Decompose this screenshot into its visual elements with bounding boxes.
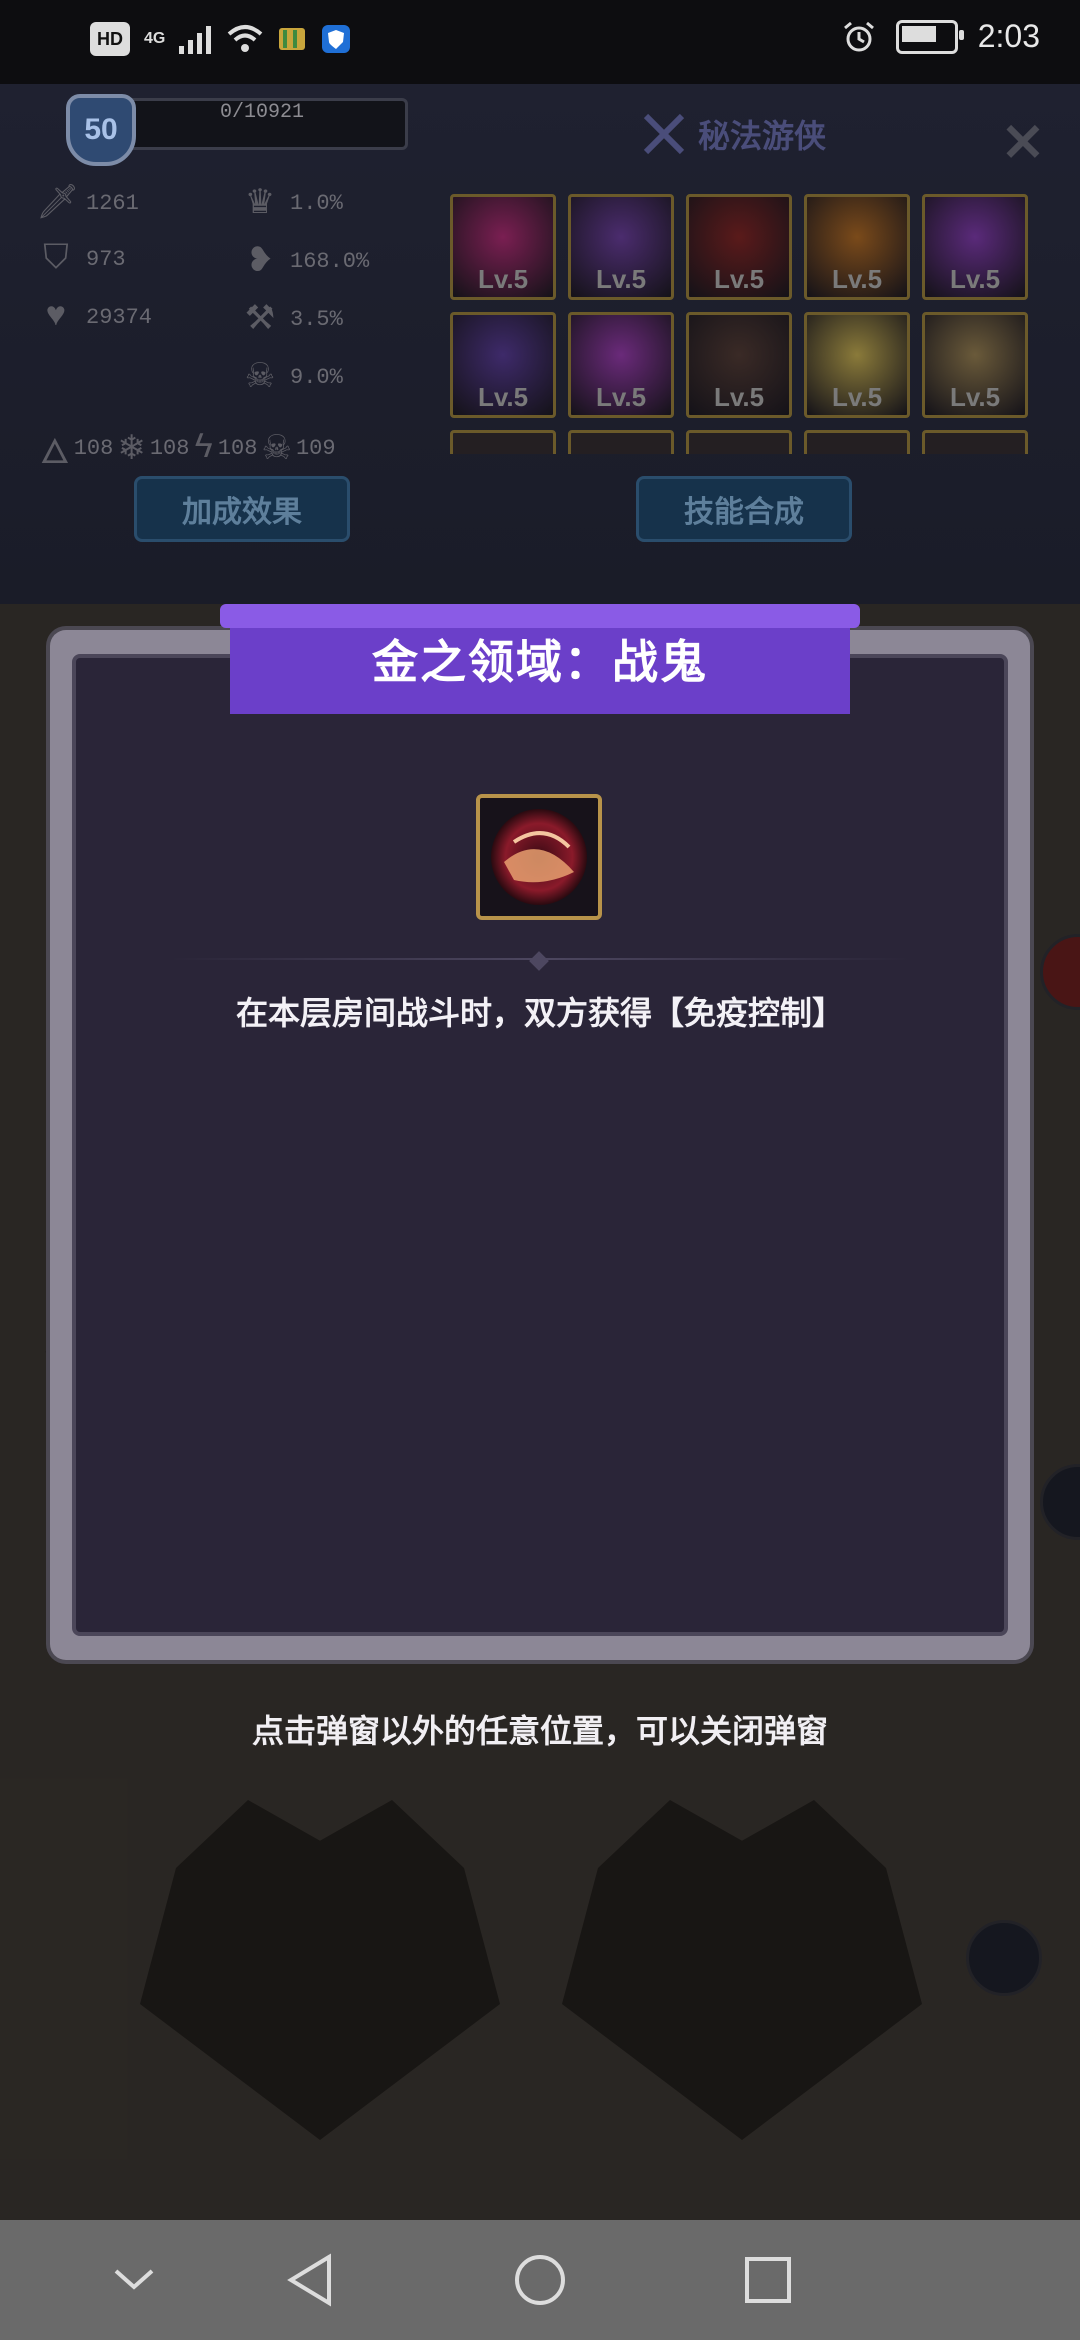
signal-icon bbox=[179, 26, 212, 54]
sword-icon: 🗡 bbox=[36, 186, 80, 224]
ribbon-top bbox=[220, 604, 860, 628]
fire-icon: 🜂 bbox=[40, 436, 70, 474]
skill-level: Lv.5 bbox=[949, 382, 1001, 412]
character-panel: 0/10921 50 秘法游侠 × 🗡 1261 ⛉ 973 ♥ 29374 ♛… bbox=[0, 84, 1080, 608]
skill-slot[interactable] bbox=[922, 430, 1028, 454]
skull-icon: ☠ bbox=[244, 360, 276, 398]
stat-value: 29374 bbox=[86, 304, 153, 330]
skill-synthesis-button[interactable]: 技能合成 bbox=[636, 476, 852, 542]
skill-level: Lv.5 bbox=[595, 264, 647, 294]
heart-icon: ♥ bbox=[45, 298, 67, 336]
heart-arrow-icon: ❥ bbox=[245, 244, 275, 282]
stat-value: 1.0% bbox=[290, 190, 343, 216]
shield-app-icon bbox=[322, 25, 351, 53]
blade-orb-icon bbox=[491, 809, 587, 905]
skill-level: Lv.5 bbox=[477, 264, 529, 294]
stat-value: 973 bbox=[86, 247, 126, 272]
hd-badge: HD bbox=[90, 22, 130, 56]
axe-icon: ⚒ bbox=[244, 302, 276, 340]
alarm-icon bbox=[843, 21, 874, 51]
skill-level: Lv.5 bbox=[831, 382, 883, 412]
stat-value: 1261 bbox=[86, 190, 139, 216]
stat-value: 9.0% bbox=[290, 364, 343, 390]
status-bar: HD 4G 2:03 bbox=[0, 0, 1080, 84]
skill-slot[interactable]: Lv.5 bbox=[922, 312, 1028, 418]
wifi-icon bbox=[228, 25, 263, 52]
skill-level: Lv.5 bbox=[595, 382, 647, 412]
modal-title: 金之领域：战鬼 bbox=[372, 635, 708, 689]
navigation-bar bbox=[0, 2220, 1080, 2340]
stat-execute: ☠ 9.0% bbox=[240, 356, 343, 398]
stat-lifesteal: ❥ 168.0% bbox=[240, 240, 369, 282]
stat-hp: ♥ 29374 bbox=[36, 298, 152, 336]
crossed-swords-icon bbox=[643, 113, 685, 155]
domain-skill-icon bbox=[476, 794, 602, 920]
ice-icon: ❄ bbox=[117, 431, 146, 470]
stat-value: 3.5% bbox=[290, 306, 343, 332]
xp-text: 0/10921 bbox=[219, 101, 304, 124]
skill-slot[interactable]: Lv.5 bbox=[804, 194, 910, 300]
skill-slot[interactable]: Lv.5 bbox=[686, 194, 792, 300]
skill-slot[interactable]: Lv.5 bbox=[568, 194, 674, 300]
stat-defense: ⛉ 973 bbox=[36, 240, 126, 279]
clock: 2:03 bbox=[977, 18, 1040, 54]
status-right: 2:03 bbox=[842, 18, 1040, 55]
recents-icon[interactable] bbox=[738, 2250, 798, 2310]
skill-info-modal bbox=[50, 630, 1030, 1660]
xp-bar: 0/10921 bbox=[116, 98, 408, 150]
close-hint: 点击弹窗以外的任意位置，可以关闭弹窗 bbox=[251, 1712, 828, 1750]
home-icon[interactable] bbox=[510, 2250, 570, 2310]
class-name: 秘法游侠 bbox=[698, 117, 827, 155]
poison-skull-icon: ☠ bbox=[261, 431, 292, 470]
level-badge: 50 bbox=[66, 94, 136, 166]
stat-attack: 🗡 1261 bbox=[36, 182, 139, 224]
skill-slot[interactable]: Lv.5 bbox=[450, 312, 556, 418]
skill-slot[interactable] bbox=[568, 430, 674, 454]
element-value: 108 bbox=[149, 436, 190, 461]
skill-slot[interactable]: Lv.5 bbox=[686, 312, 792, 418]
stat-crit: ♛ 1.0% bbox=[240, 182, 343, 224]
skill-level: Lv.5 bbox=[713, 264, 765, 294]
skill-grid: Lv.5 Lv.5 Lv.5 Lv.5 Lv.5 Lv.5 Lv.5 Lv.5 Lv.5 Lv.5 bbox=[450, 194, 1040, 454]
crown-burst-icon: ♛ bbox=[244, 186, 276, 224]
chevron-down-icon[interactable] bbox=[104, 2250, 164, 2310]
skill-slot[interactable] bbox=[804, 430, 910, 454]
skill-slot[interactable]: Lv.5 bbox=[450, 194, 556, 300]
close-icon[interactable]: × bbox=[996, 113, 1050, 169]
lightning-icon: ϟ bbox=[193, 429, 214, 468]
battery-icon bbox=[895, 19, 964, 54]
status-left: HD 4G bbox=[90, 22, 351, 56]
skill-slot[interactable]: Lv.5 bbox=[804, 312, 910, 418]
bonus-effects-button[interactable]: 加成效果 bbox=[134, 476, 350, 542]
skill-level: Lv.5 bbox=[949, 264, 1001, 294]
element-value: 108 bbox=[73, 436, 114, 461]
network-label: 4G bbox=[144, 30, 166, 47]
skill-slot[interactable] bbox=[686, 430, 792, 454]
skill-slot[interactable] bbox=[450, 430, 556, 454]
stat-value: 168.0% bbox=[290, 248, 370, 274]
element-stats: 🜂 108 ❄ 108 ϟ 108 ☠ 109 bbox=[40, 414, 336, 483]
element-value: 108 bbox=[217, 436, 258, 461]
skill-slot[interactable]: Lv.5 bbox=[922, 194, 1028, 300]
back-icon[interactable] bbox=[280, 2250, 340, 2310]
stat-armor-break: ⚒ 3.5% bbox=[240, 298, 343, 340]
skill-slot[interactable]: Lv.5 bbox=[568, 312, 674, 418]
skill-level: Lv.5 bbox=[831, 264, 883, 294]
modal-description: 在本层房间战斗时，双方获得【免疫控制】 bbox=[235, 994, 844, 1032]
map-app-icon bbox=[279, 28, 306, 50]
element-value: 109 bbox=[295, 436, 336, 461]
skill-level: Lv.5 bbox=[713, 382, 765, 412]
class-title: 秘法游侠 bbox=[640, 110, 826, 158]
shield-icon: ⛉ bbox=[43, 241, 69, 279]
skill-level: Lv.5 bbox=[477, 382, 529, 412]
